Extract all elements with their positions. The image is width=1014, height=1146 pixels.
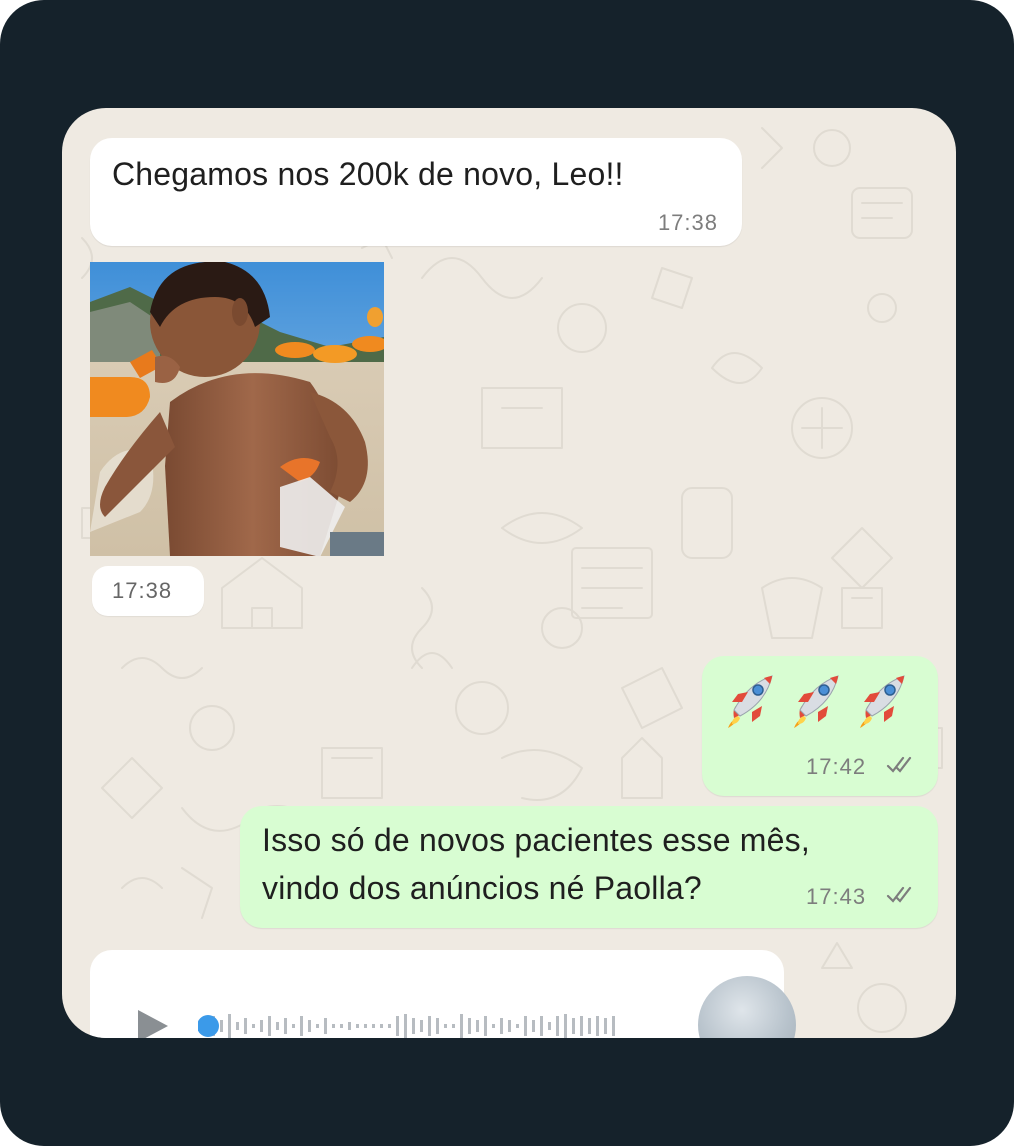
message-time: 17:43	[806, 884, 867, 909]
incoming-text-bubble[interactable]: Chegamos nos 200k de novo, Leo!! 17:38	[90, 138, 742, 246]
image-time-chip: 17:38	[92, 566, 204, 616]
read-receipt-icon	[886, 886, 912, 903]
message-text-line-2: vindo dos anúncios né Paolla?	[262, 870, 702, 906]
message-time: 17:42	[806, 754, 867, 779]
message-text: Chegamos nos 200k de novo, Leo!!	[112, 156, 624, 192]
read-receipt-icon	[886, 756, 912, 773]
rocket-emojis	[728, 675, 905, 729]
beach-photo	[90, 262, 384, 556]
message-time: 17:38	[112, 578, 173, 603]
avatar[interactable]	[698, 976, 796, 1038]
phone-frame: Chegamos nos 200k de novo, Leo!! 17:38 1…	[0, 0, 1014, 1146]
play-icon[interactable]	[132, 1008, 172, 1038]
message-time: 17:38	[657, 210, 718, 235]
audio-waveform[interactable]	[198, 1006, 638, 1038]
chat-area[interactable]: Chegamos nos 200k de novo, Leo!! 17:38 1…	[62, 108, 956, 1038]
image-message[interactable]	[90, 262, 384, 556]
outgoing-text-bubble[interactable]: Isso só de novos pacientes esse mês, vin…	[240, 806, 938, 928]
message-text-line-1: Isso só de novos pacientes esse mês,	[262, 822, 810, 858]
audio-message[interactable]	[90, 950, 796, 1038]
outgoing-emoji-bubble[interactable]: 17:42	[702, 656, 938, 796]
